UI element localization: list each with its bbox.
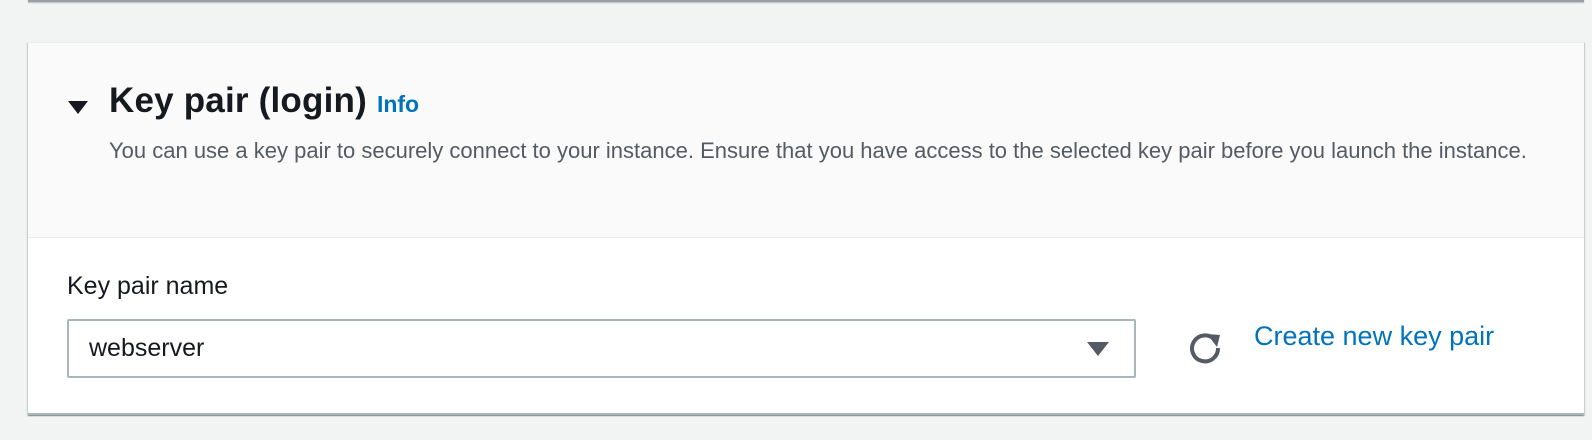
section-header: Key pair (login) Info You can use a key … bbox=[28, 43, 1584, 238]
section-title: Key pair (login) bbox=[109, 81, 367, 120]
info-link[interactable]: Info bbox=[377, 91, 419, 118]
caret-down-icon bbox=[1086, 339, 1110, 359]
key-pair-section: Key pair (login) Info You can use a key … bbox=[28, 42, 1584, 415]
section-title-row: Key pair (login) Info bbox=[109, 81, 419, 121]
key-pair-select[interactable]: webserver bbox=[67, 319, 1136, 378]
key-pair-name-label: Key pair name bbox=[67, 272, 229, 300]
refresh-icon[interactable] bbox=[1183, 326, 1227, 370]
section-description: You can use a key pair to securely conne… bbox=[109, 138, 1527, 163]
collapse-caret-icon[interactable] bbox=[66, 97, 90, 121]
previous-section-panel bbox=[28, 0, 1584, 2]
key-pair-selected-value: webserver bbox=[89, 334, 205, 362]
create-new-key-pair-link[interactable]: Create new key pair bbox=[1254, 321, 1494, 352]
